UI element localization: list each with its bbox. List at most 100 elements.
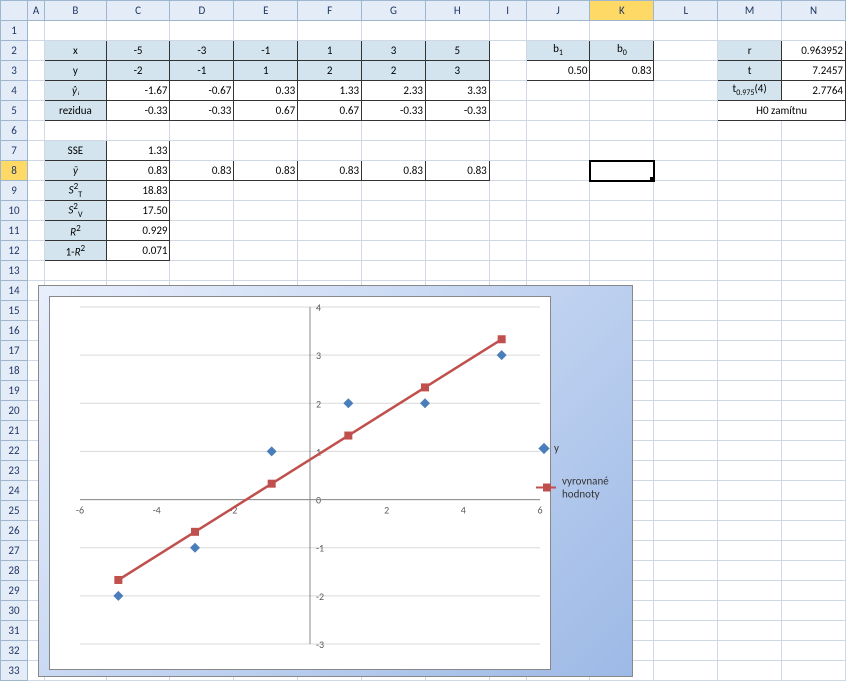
cell-G8[interactable]: 0.83: [362, 161, 426, 181]
row-header[interactable]: 22: [1, 441, 28, 461]
cell-I10[interactable]: [489, 201, 526, 221]
cell-B8[interactable]: ȳ: [45, 161, 106, 181]
cell-B10[interactable]: S2V: [45, 201, 106, 221]
spreadsheet[interactable]: A B C D E F G H I J K L M N 12x-5-3-1135…: [0, 0, 846, 692]
col-header[interactable]: N: [782, 1, 846, 21]
cell-M9[interactable]: [718, 181, 782, 201]
row-header[interactable]: 26: [1, 521, 28, 541]
row-header[interactable]: 28: [1, 561, 28, 581]
row-header[interactable]: 19: [1, 381, 28, 401]
cell-H10[interactable]: [425, 201, 489, 221]
cell-E2[interactable]: -1: [234, 41, 298, 61]
row-header[interactable]: 30: [1, 601, 28, 621]
cell-K2[interactable]: b0: [590, 41, 654, 61]
cell-N7[interactable]: [782, 141, 846, 161]
cell-M16[interactable]: [718, 321, 782, 341]
cell-E11[interactable]: [234, 221, 298, 241]
cell-M20[interactable]: [718, 401, 782, 421]
cell-C3[interactable]: -2: [106, 61, 170, 81]
cell-N28[interactable]: [782, 561, 846, 581]
row-header[interactable]: 8: [1, 161, 28, 181]
cell-E10[interactable]: [234, 201, 298, 221]
cell-N22[interactable]: [782, 441, 846, 461]
row-header[interactable]: 6: [1, 121, 28, 141]
cell-I3[interactable]: [489, 61, 526, 81]
cell-J11[interactable]: [526, 221, 590, 241]
cell-A2[interactable]: [28, 41, 45, 61]
cell-N20[interactable]: [782, 401, 846, 421]
cell-N2[interactable]: 0.963952: [782, 41, 846, 61]
cell-F7[interactable]: [298, 141, 362, 161]
cell-C2[interactable]: -5: [106, 41, 170, 61]
cell-N15[interactable]: [782, 301, 846, 321]
cell-K9[interactable]: [590, 181, 654, 201]
cell-J6[interactable]: [526, 121, 590, 141]
cell-A4[interactable]: [28, 81, 45, 101]
cell-N32[interactable]: [782, 641, 846, 661]
cell-B1[interactable]: [45, 21, 106, 41]
cell-A11[interactable]: [28, 221, 45, 241]
cell-L33[interactable]: [654, 661, 718, 681]
cell-M27[interactable]: [718, 541, 782, 561]
cell-C5[interactable]: -0.33: [106, 101, 170, 121]
row-header[interactable]: 13: [1, 261, 28, 281]
cell-B6[interactable]: [45, 121, 106, 141]
cell-E9[interactable]: [234, 181, 298, 201]
row-header[interactable]: 4: [1, 81, 28, 101]
cell-J9[interactable]: [526, 181, 590, 201]
col-header[interactable]: I: [489, 1, 526, 21]
row-header[interactable]: 27: [1, 541, 28, 561]
cell-I8[interactable]: [489, 161, 526, 181]
cell-D8[interactable]: 0.83: [170, 161, 234, 181]
cell-N27[interactable]: [782, 541, 846, 561]
cell-K4[interactable]: [590, 81, 654, 101]
cell-B11[interactable]: R2: [45, 221, 106, 241]
cell-A9[interactable]: [28, 181, 45, 201]
cell-E8[interactable]: 0.83: [234, 161, 298, 181]
row-header[interactable]: 21: [1, 421, 28, 441]
col-header[interactable]: E: [234, 1, 298, 21]
cell-I6[interactable]: [489, 121, 526, 141]
cell-C10[interactable]: 17.50: [106, 201, 170, 221]
cell-A6[interactable]: [28, 121, 45, 141]
cell-J1[interactable]: [526, 21, 590, 41]
cell-J12[interactable]: [526, 241, 590, 261]
cell-K13[interactable]: [590, 261, 654, 281]
cell-E5[interactable]: 0.67: [234, 101, 298, 121]
cell-G11[interactable]: [362, 221, 426, 241]
cell-A10[interactable]: [28, 201, 45, 221]
row-header[interactable]: 17: [1, 341, 28, 361]
cell-H11[interactable]: [425, 221, 489, 241]
cell-J13[interactable]: [526, 261, 590, 281]
cell-K10[interactable]: [590, 201, 654, 221]
cell-M32[interactable]: [718, 641, 782, 661]
cell-A5[interactable]: [28, 101, 45, 121]
cell-A3[interactable]: [28, 61, 45, 81]
cell-L18[interactable]: [654, 361, 718, 381]
cell-N9[interactable]: [782, 181, 846, 201]
cell-F5[interactable]: 0.67: [298, 101, 362, 121]
cell-A8[interactable]: [28, 161, 45, 181]
cell-B7[interactable]: SSE: [45, 141, 106, 161]
cell-I4[interactable]: [489, 81, 526, 101]
row-header[interactable]: 15: [1, 301, 28, 321]
cell-F12[interactable]: [298, 241, 362, 261]
cell-L3[interactable]: [654, 61, 718, 81]
cell-H12[interactable]: [425, 241, 489, 261]
cell-K1[interactable]: [590, 21, 654, 41]
cell-M24[interactable]: [718, 481, 782, 501]
cell-N14[interactable]: [782, 281, 846, 301]
cell-M5[interactable]: H0 zamítnu: [718, 101, 846, 121]
cell-L17[interactable]: [654, 341, 718, 361]
cell-H8[interactable]: 0.83: [425, 161, 489, 181]
cell-H5[interactable]: -0.33: [425, 101, 489, 121]
cell-M7[interactable]: [718, 141, 782, 161]
cell-F4[interactable]: 1.33: [298, 81, 362, 101]
cell-G13[interactable]: [362, 261, 426, 281]
row-header[interactable]: 14: [1, 281, 28, 301]
cell-L21[interactable]: [654, 421, 718, 441]
cell-H13[interactable]: [425, 261, 489, 281]
cell-N26[interactable]: [782, 521, 846, 541]
row-header[interactable]: 5: [1, 101, 28, 121]
cell-G4[interactable]: 2.33: [362, 81, 426, 101]
